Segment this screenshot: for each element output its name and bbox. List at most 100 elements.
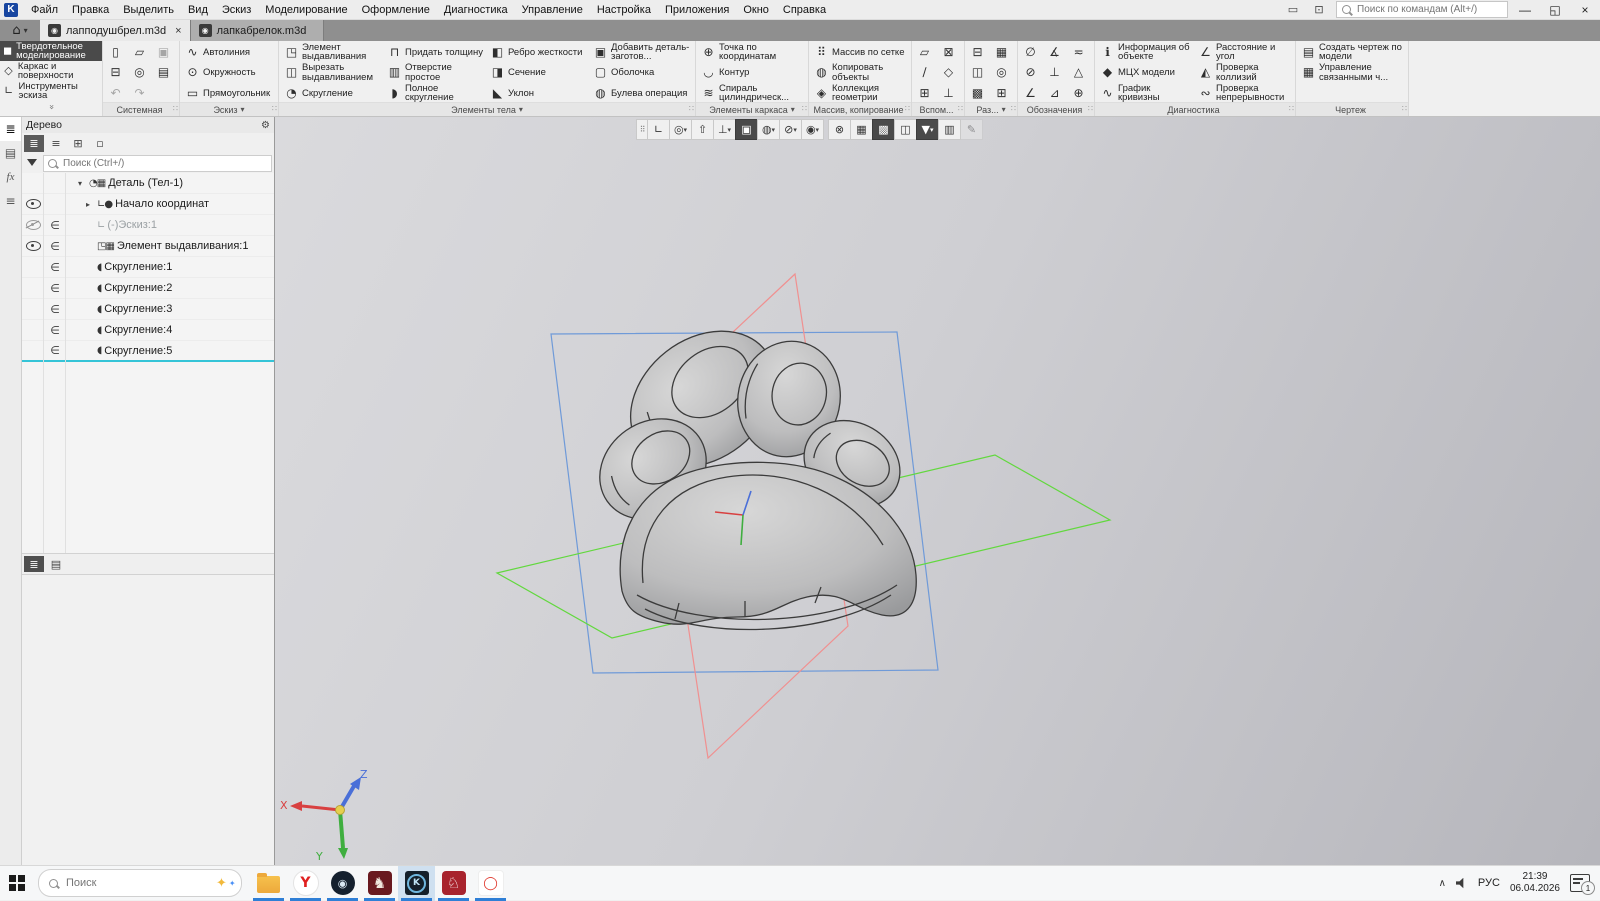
panel-variables-button[interactable]: fx [0,165,21,189]
shell-button[interactable]: ▢ Оболочка [590,63,693,84]
designation-tool-button-7[interactable]: ≂ [1068,42,1092,63]
menu-item[interactable]: Настройка [590,2,658,18]
display-style-button[interactable]: ◍ ▾ [757,119,780,140]
fillet-button[interactable]: ◔ Скругление [281,83,384,104]
taskbar-search[interactable]: ✦ ✦ [38,869,242,897]
taskbar-bird-app[interactable]: ♘ [435,866,472,901]
undo-button[interactable]: ↶ [105,83,129,104]
create-drawing-button[interactable]: ▤ Создать чертеж по модели [1298,42,1406,63]
continuity-check-button[interactable]: ∾ Проверка непрерывности [1195,83,1293,104]
expand-arrow-icon[interactable]: ▸ [86,200,97,209]
add-part-blank-button[interactable]: ▣ Добавить деталь-заготов... [590,42,693,63]
taskbar-steam[interactable]: ◉ [324,866,361,901]
tree-composition-button[interactable]: ≡ [46,135,66,152]
group-handle[interactable]: ∷ [1289,104,1294,113]
ribbon-collapse-chevron[interactable]: » [0,101,102,113]
tree-item-sketch-1[interactable]: ∈ ∟ (-)Эскиз:1 [22,215,274,236]
sketch-mode-button[interactable]: ∟ [647,119,670,140]
datum-plane-button[interactable]: ▱ [914,42,938,63]
rib-button[interactable]: ◧ Ребро жесткости [487,42,590,63]
group-handle[interactable]: ∷ [272,104,277,113]
menu-item[interactable]: Справка [776,2,833,18]
tree-item-fillet-1[interactable]: ∈ ◖ Скругление:1 [22,257,274,278]
snapshot-button[interactable]: ◉ ▾ [801,119,824,140]
distance-angle-button[interactable]: ∠ Расстояние и угол [1195,42,1293,63]
grid-array-button[interactable]: ⠿ Массив по сетке [811,42,909,63]
autoline-button[interactable]: ∿ Автолиния [182,42,276,63]
command-search-input[interactable] [1355,3,1502,16]
filter-button[interactable]: ▼ ▾ [916,119,939,140]
group-handle[interactable]: ∷ [905,104,910,113]
tree-area-select-button[interactable]: ▫ [90,135,110,152]
mode-wireframe-surfaces[interactable]: ◇ Каркас и поверхности [0,61,102,81]
menu-item[interactable]: Выделить [116,2,181,18]
tree-item-origin[interactable]: ▸ ∟● Начало координат [22,194,274,215]
save-as-button[interactable]: ▤ [153,63,177,84]
scene-settings-button[interactable]: ◫ [894,119,917,140]
orientation-button[interactable]: ⇧ [691,119,714,140]
shaded-view-button[interactable]: ▣ [735,119,758,140]
curvature-graph-button[interactable]: ∿ График кривизны [1097,83,1195,104]
redo-button[interactable]: ↷ [129,83,153,104]
section-button[interactable]: ◨ Сечение [487,63,590,84]
raz-tool-button-6[interactable]: ⊞ [991,83,1015,104]
clock[interactable]: 21:39 06.04.2026 [1510,871,1560,895]
linked-documents-button[interactable]: ▦ Управление связанными ч... [1298,63,1406,84]
group-handle[interactable]: ∷ [1402,104,1407,113]
panel-tree-button[interactable]: ≣ [0,117,21,141]
menu-item[interactable]: Моделирование [258,2,354,18]
geometry-collection-button[interactable]: ◈ Коллекция геометрии [811,83,909,104]
menu-item[interactable]: Файл [24,2,65,18]
menu-item[interactable]: Управление [515,2,590,18]
perpendicular-plane-button[interactable]: ⊥ [938,83,962,104]
copilot-sparkle-icon[interactable]: ✦ [216,876,227,891]
exploded-view-button[interactable]: ▩ [872,119,895,140]
tree-item-detail[interactable]: ▾ ◔▦ Деталь (Тел-1) [22,173,274,194]
save-button[interactable]: ▣ [153,42,177,63]
menu-item[interactable]: Окно [736,2,776,18]
notification-center-icon[interactable]: 1 [1570,874,1595,895]
menu-item[interactable]: Эскиз [215,2,258,18]
model-structure-button[interactable]: ▥ [938,119,961,140]
interface-layout-icon[interactable]: ▭ [1282,3,1304,16]
taskbar-explorer[interactable] [250,866,287,901]
panel-tab-tree[interactable]: ≣ [24,556,44,572]
new-document-button[interactable]: ▯ [105,42,129,63]
hide-objects-button[interactable]: ⊘ ▾ [779,119,802,140]
tree-item-extrude-1[interactable]: ∈ ◳▦ Элемент выдавливания:1 [22,236,274,257]
taskbar-kompas-3d[interactable]: K [398,865,435,901]
circle-button[interactable]: ⊙ Окружность [182,63,276,84]
tree-item-fillet-5[interactable]: ∈ ◖ Скругление:5 [22,341,274,362]
raz-tool-button-5[interactable]: ◎ [991,63,1015,84]
designation-tool-button-1[interactable]: ∅ [1020,42,1044,63]
open-document-button[interactable]: ▱ [129,42,153,63]
group-caret[interactable]: ▾ [519,105,523,114]
control-point-button[interactable]: ◇ [938,63,962,84]
designation-tool-button-4[interactable]: ∡ [1044,42,1068,63]
designation-tool-button-2[interactable]: ⊘ [1020,63,1044,84]
tree-item-fillet-3[interactable]: ∈ ◖ Скругление:3 [22,299,274,320]
cylindrical-spiral-button[interactable]: ≋ Спираль цилиндрическ... [698,83,806,104]
tab-lappodushbrel[interactable]: ◉ лапподушбрел.m3d × [40,20,191,41]
contour-button[interactable]: ◡ Контур [698,63,806,84]
home-button[interactable]: ⌂ ▾ [0,20,40,41]
tab-close-icon[interactable]: × [171,25,181,37]
menu-item[interactable]: Оформление [355,2,437,18]
menu-item[interactable]: Правка [65,2,116,18]
tree-search[interactable] [43,154,272,172]
quick-sketch-button[interactable]: ✎ [960,119,983,140]
hidden-icons-chevron[interactable]: ∧ [1439,878,1446,889]
cut-extrude-button[interactable]: ◫ Вырезать выдавливанием [281,63,384,84]
viewport-3d[interactable]: X Z Y ⠿ ∟ ◎ ▾ ⇧ ⊥ ▾ ▣ ◍ ▾ ⊘ ▾ ◉ ▾ ⊗ ▦ ▩ … [275,117,1600,865]
group-handle[interactable]: ∷ [173,104,178,113]
extrude-button[interactable]: ◳ Элемент выдавливания [281,42,384,63]
tree-item-fillet-2[interactable]: ∈ ◖ Скругление:2 [22,278,274,299]
group-handle[interactable]: ∷ [1088,104,1093,113]
mode-solid-modeling[interactable]: ◼ Твердотельное моделирование [0,41,102,61]
designation-tool-button-9[interactable]: ⊕ [1068,83,1092,104]
raz-tool-button-3[interactable]: ▩ [967,83,991,104]
taskbar-yandex-browser[interactable]: Y [287,866,324,901]
point-by-coordinates-button[interactable]: ⊕ Точка по координатам [698,42,806,63]
designation-tool-button-3[interactable]: ∠ [1020,83,1044,104]
mode-sketch-tools[interactable]: ∟ Инструменты эскиза [0,81,102,101]
